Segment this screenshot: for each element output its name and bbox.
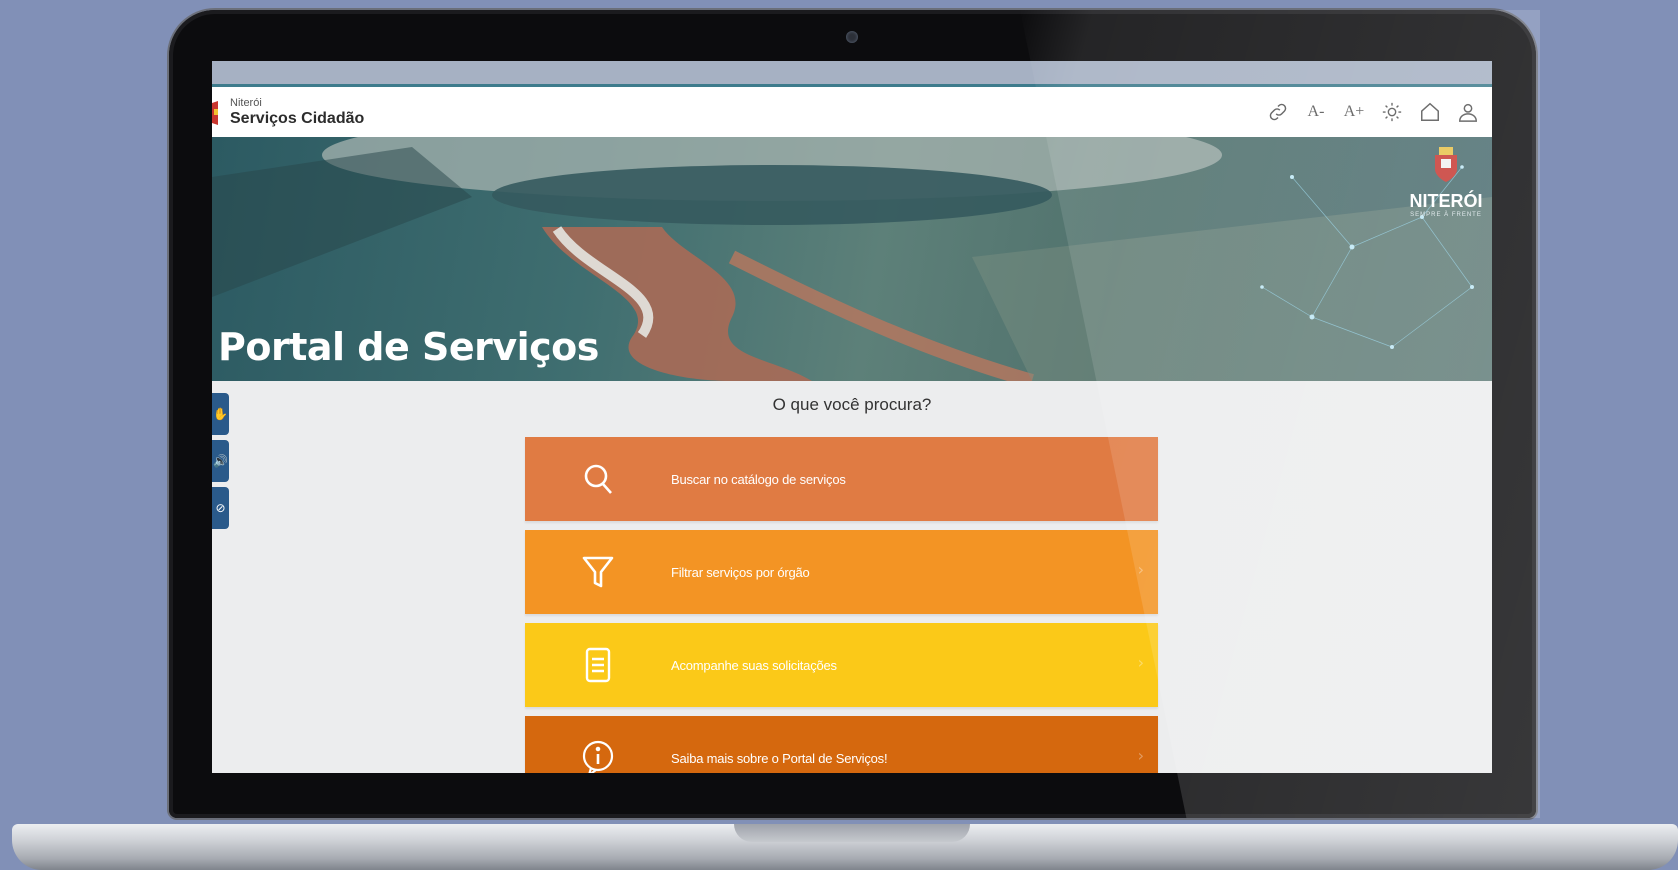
service-menu: Buscar no catálogo de serviços Filtrar s… [525, 437, 1158, 773]
font-decrease-icon[interactable]: A- [1304, 100, 1328, 124]
brand-city-name: Niterói [230, 97, 262, 109]
browser-top-strip [212, 61, 1492, 87]
home-icon[interactable] [1418, 100, 1442, 124]
link-icon[interactable] [1266, 100, 1290, 124]
logo-text: NITERÓI [1409, 191, 1483, 211]
site-header: Niterói Serviços Cidadão A- A+ [212, 87, 1492, 137]
menu-item-search-catalog[interactable]: Buscar no catálogo de serviços [525, 437, 1158, 521]
laptop-base-notch [734, 824, 970, 842]
contrast-sun-icon[interactable] [1380, 100, 1404, 124]
user-icon[interactable] [1456, 100, 1480, 124]
niteroi-logo: NITERÓI SEMPRE À FRENTE [1406, 147, 1486, 218]
chevron-right-icon: › [1137, 746, 1144, 765]
browser-screen: Niterói Serviços Cidadão A- A+ Portal de… [212, 61, 1492, 773]
hero-banner: Portal de Serviços NITERÓI SEMPRE À FREN… [212, 137, 1492, 381]
header-toolbar: A- A+ [1266, 97, 1480, 127]
coat-of-arms-icon [1435, 147, 1457, 182]
font-increase-icon[interactable]: A+ [1342, 100, 1366, 124]
menu-item-about-portal[interactable]: Saiba mais sobre o Portal de Serviços! › [525, 716, 1158, 773]
search-prompt: O que você procura? [772, 395, 932, 414]
menu-item-label: Acompanhe suas solicitações [671, 657, 837, 673]
menu-item-label: Saiba mais sobre o Portal de Serviços! [671, 750, 888, 766]
webcam [846, 31, 858, 43]
info-icon [582, 740, 614, 773]
city-emblem-icon [212, 101, 218, 125]
audio-icon[interactable]: 🔊 [212, 440, 229, 482]
chevron-right-icon: › [1137, 653, 1144, 672]
menu-item-filter-by-agency[interactable]: Filtrar serviços por órgão › [525, 530, 1158, 614]
chevron-right-icon: › [1137, 560, 1144, 579]
logo-tagline: SEMPRE À FRENTE [1410, 212, 1482, 218]
menu-item-track-requests[interactable]: Acompanhe suas solicitações › [525, 623, 1158, 707]
brand-site-title[interactable]: Serviços Cidadão [230, 110, 364, 128]
page-title: Portal de Serviços [218, 325, 599, 369]
search-icon [584, 464, 612, 494]
low-vision-icon[interactable]: ⊘ [212, 487, 229, 529]
menu-item-label: Buscar no catálogo de serviços [671, 471, 846, 487]
filter-icon [582, 556, 614, 588]
document-icon [585, 647, 611, 683]
menu-item-label: Filtrar serviços por órgão [671, 564, 810, 580]
